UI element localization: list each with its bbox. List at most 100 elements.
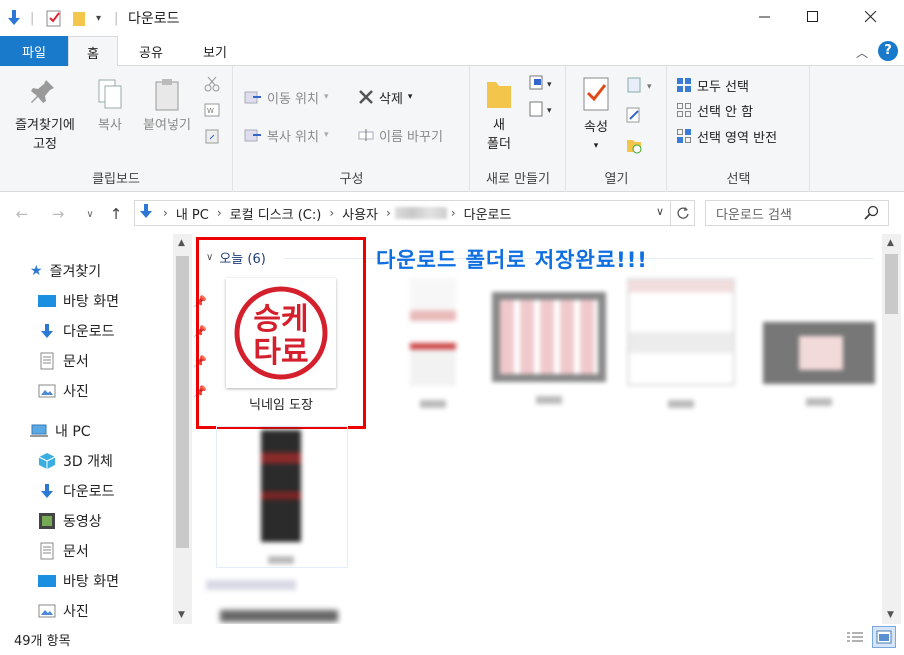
file-item-blurred[interactable] [608,278,754,408]
invert-selection-button[interactable]: 선택 영역 반전 [676,125,777,147]
paste-label: 붙여넣기 [143,118,191,133]
pin-label-line1: 즐겨찾기에 [15,118,75,133]
breadcrumb-users[interactable]: 사용자 [338,204,382,223]
refresh-button[interactable] [671,200,695,226]
history-icon[interactable] [625,136,643,158]
file-item-blurred[interactable] [746,322,882,406]
pictures-icon [38,384,56,398]
maximize-button[interactable] [790,0,836,34]
paste-shortcut-icon[interactable] [204,128,220,148]
refresh-icon [676,207,689,219]
open-icon[interactable]: ▾ [625,76,659,98]
move-to-button[interactable]: 이동 위치 ▾ [244,86,329,108]
back-button[interactable]: ← [12,204,32,224]
paste-button[interactable]: 붙여넣기 [134,78,200,135]
nav-documents[interactable]: 문서 📌 [38,349,207,373]
move-to-label: 이동 위치 [267,91,319,107]
blurred-thumbnail [410,278,456,386]
dropdown-arrow-icon: ▾ [593,141,599,151]
tab-view[interactable]: 보기 [184,36,246,66]
new-folder-quick-icon[interactable] [72,8,86,28]
minimize-button[interactable] [742,0,788,34]
tab-file[interactable]: 파일 [0,36,68,66]
easy-access-icon[interactable]: ▾ [527,100,557,122]
nav-pc-documents[interactable]: 문서 [38,539,89,563]
nav-quick-access[interactable]: ★ 즐겨찾기 [30,259,101,283]
up-button[interactable]: ↑ [106,204,126,224]
invert-selection-icon [677,129,691,143]
copy-to-button[interactable]: 복사 위치 ▾ [244,124,329,146]
cut-icon[interactable] [204,76,220,96]
nav-desktop[interactable]: 바탕 화면 📌 [38,289,207,313]
copy-button[interactable]: 복사 [88,78,132,135]
blurred-file-name [668,400,694,408]
copy-icon [88,78,132,116]
delete-button[interactable]: 삭제 ▾ [358,86,412,108]
select-none-button[interactable]: 선택 안 함 [676,99,753,121]
nav-this-pc[interactable]: 내 PC [30,419,91,443]
breadcrumb-local-disk[interactable]: 로컬 디스크 (C:) [226,204,326,223]
nav-pc-downloads-label: 다운로드 [63,484,115,500]
blurred-thumbnail [763,322,875,384]
nav-downloads[interactable]: 다운로드 📌 [38,319,207,343]
forward-button[interactable]: → [48,204,68,224]
download-icon [41,484,53,498]
collapse-ribbon-icon[interactable]: ︿ [856,44,868,61]
close-button[interactable] [848,0,894,34]
recent-locations-button[interactable]: ∨ [80,204,100,224]
dropdown-arrow-icon: ▾ [323,130,329,140]
new-folder-button[interactable]: 새 폴더 [477,76,521,154]
select-all-button[interactable]: 모두 선택 [676,74,749,96]
file-item-blurred[interactable] [476,292,622,404]
tab-home[interactable]: 홈 [68,36,118,67]
nav-scrollbar[interactable]: ▲ ▼ [173,234,192,624]
help-icon[interactable]: ? [878,41,898,61]
new-group-label: 새로 만들기 [486,172,550,187]
properties-quick-icon[interactable] [46,8,62,28]
item-count: 49개 항목 [14,634,71,649]
nav-3d-objects[interactable]: 3D 개체 [38,449,113,473]
breadcrumb-downloads[interactable]: 다운로드 [460,204,516,223]
blurred-file-name [806,398,832,406]
large-icons-view-button[interactable] [872,626,896,648]
nav-downloads-label: 다운로드 [63,324,115,340]
breadcrumb-this-pc[interactable]: 내 PC [172,204,213,223]
nav-pc-desktop[interactable]: 바탕 화면 [38,569,119,593]
desktop-icon [38,575,56,587]
separator: | [114,10,119,26]
navigation-pane: ★ 즐겨찾기 바탕 화면 📌 다운로드 📌 문서 📌 사진 📌 내 PC 3D … [0,234,207,624]
rename-icon [358,129,374,141]
scroll-down-icon[interactable]: ▼ [178,610,185,620]
rename-button[interactable]: 이름 바꾸기 [358,124,443,146]
breadcrumb-username-blurred[interactable] [394,207,447,219]
status-bar: 49개 항목 [0,624,904,655]
scroll-up-icon[interactable]: ▲ [887,238,894,248]
new-item-icon[interactable]: ▾ [527,74,557,96]
download-folder-icon [135,203,159,223]
pin-quick-access-button[interactable]: 즐겨찾기에 고정 [4,78,86,154]
copy-path-icon[interactable]: W [204,102,220,122]
document-icon [40,352,54,370]
address-bar[interactable]: › 내 PC › 로컬 디스크 (C:) › 사용자 › › 다운로드 ∨ [134,200,671,226]
address-dropdown-icon[interactable]: ∨ [656,205,664,218]
scroll-down-icon[interactable]: ▼ [887,610,894,620]
search-placeholder: 다운로드 검색 [716,207,792,223]
search-box[interactable]: 다운로드 검색 [705,200,889,226]
videos-icon [39,513,55,529]
nav-scroll-thumb[interactable] [176,256,189,548]
properties-button[interactable]: 속성 ▾ [573,76,619,156]
nav-videos[interactable]: 동영상 [38,509,102,533]
nav-pc-downloads[interactable]: 다운로드 [38,479,115,503]
blurred-thumbnail [627,278,735,386]
details-view-icon[interactable] [846,630,864,650]
file-item-blurred[interactable] [208,426,354,568]
content-scroll-thumb[interactable] [885,254,898,314]
window-title: 다운로드 [128,11,180,27]
edit-icon[interactable] [625,106,643,128]
nav-pc-pictures[interactable]: 사진 [38,599,89,623]
scroll-up-icon[interactable]: ▲ [178,238,185,248]
tab-share[interactable]: 공유 [122,36,180,66]
content-scrollbar[interactable]: ▲ ▼ [882,234,901,624]
nav-pictures[interactable]: 사진 📌 [38,379,207,403]
customize-quick-access-icon[interactable]: ▾ [96,8,101,28]
